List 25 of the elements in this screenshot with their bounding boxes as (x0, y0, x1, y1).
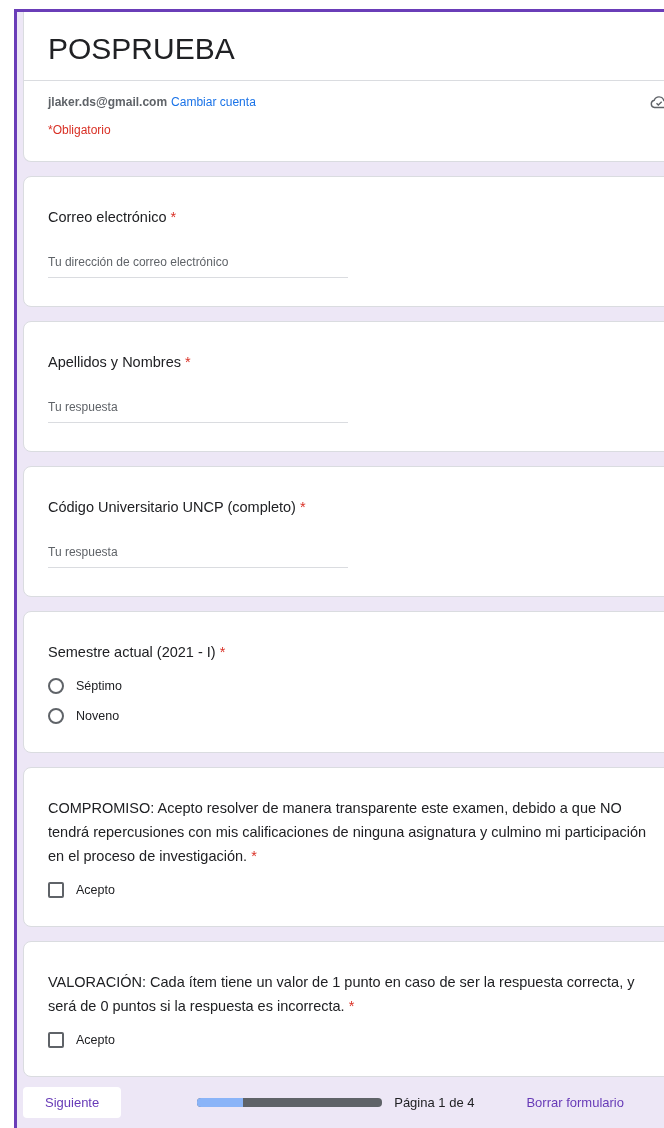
clear-form-link[interactable]: Borrar formulario (526, 1095, 624, 1110)
next-button[interactable]: Siguiente (23, 1087, 122, 1118)
radio-button[interactable] (48, 678, 64, 694)
required-note: *Obligatorio (47, 122, 112, 139)
question-title: Correo electrónico * (48, 208, 178, 227)
question-title: COMPROMISO: Acepto resolver de manera transparente este examen, debido a que NO tendrá repercusiones con mis calificaciones de ninguna asignatura y culmino mi participación en el proceso de investigación. * (48, 799, 648, 866)
question-title: Semestre actual (2021 - I) * (48, 643, 227, 662)
switch-account-link[interactable]: Cambiar cuenta (171, 95, 256, 109)
answer-field[interactable]: Tu respuesta (48, 545, 348, 568)
question-title: Apellidos y Nombres * (48, 353, 192, 372)
option-label: Séptimo (76, 679, 122, 693)
question-title: VALORACIÓN: Cada ítem tiene un valor de 1 punto en caso de ser la respuesta correcta, y será de 0 puntos si la respuesta es incorrecta. * (48, 973, 636, 1016)
page-indicator: Página 1 de 4 (394, 1095, 475, 1110)
answer-field[interactable]: Tu dirección de correo electrónico (48, 255, 348, 278)
radio-button[interactable] (48, 708, 64, 724)
question-title: Código Universitario UNCP (completo) * (48, 498, 307, 517)
account-email: jlaker.ds@gmail.com (48, 95, 168, 109)
form-title: POSPRUEBA (24, 12, 664, 81)
option-label: Noveno (76, 709, 120, 723)
checkbox[interactable] (48, 1032, 64, 1048)
checkbox[interactable] (48, 882, 64, 898)
option-label: Acepto (76, 1033, 115, 1047)
answer-field[interactable]: Tu respuesta (48, 400, 348, 423)
cloud-check-icon (650, 95, 664, 109)
option-label: Acepto (76, 883, 115, 897)
